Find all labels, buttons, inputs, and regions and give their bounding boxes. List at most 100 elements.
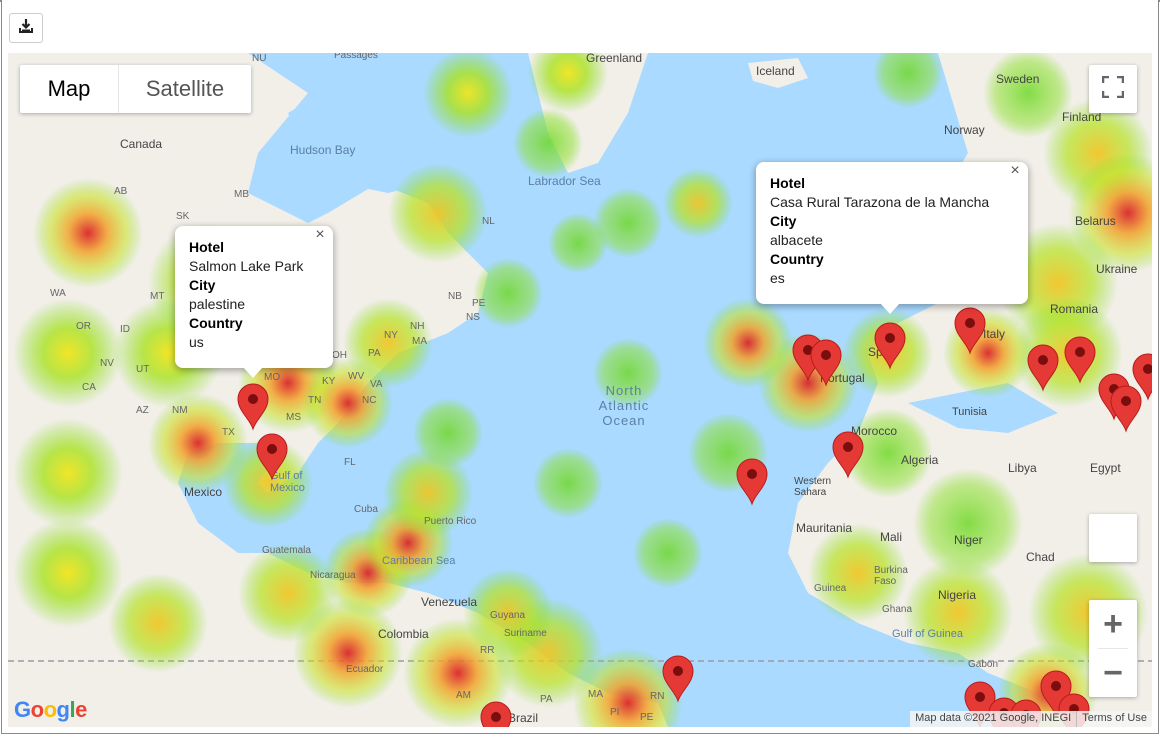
label-nigeria: Nigeria [938, 588, 977, 602]
label-wa: WA [50, 288, 66, 299]
map-type-satellite-button[interactable]: Satellite [118, 65, 251, 113]
label-mo: MO [264, 372, 281, 383]
label-passages: Passages [334, 53, 378, 61]
hotel-label: Hotel [189, 239, 224, 255]
label-burkina-faso: Burkina Faso [874, 565, 908, 587]
label-spain: Spain [868, 345, 899, 359]
label-guinea: Guinea [814, 583, 847, 594]
label-ns: NS [466, 312, 480, 323]
label-az: AZ [136, 405, 149, 416]
label-sk: SK [176, 211, 190, 222]
label-ut: UT [136, 364, 150, 375]
label-ma-brazil: MA [588, 689, 603, 700]
label-rn: RN [650, 691, 665, 702]
label-nu: NU [252, 53, 267, 64]
fullscreen-button[interactable] [1089, 65, 1137, 113]
label-tunisia: Tunisia [952, 406, 988, 418]
label-pa-brazil: PA [540, 694, 553, 705]
label-id: ID [120, 324, 130, 335]
fullscreen-icon [1101, 75, 1125, 103]
zoom-out-button[interactable]: − [1089, 649, 1137, 697]
download-button[interactable] [9, 13, 43, 43]
map-canvas[interactable]: Greenland Iceland Sweden Finland Norway … [8, 53, 1152, 727]
label-niger: Niger [954, 533, 983, 547]
hotel-label: Hotel [770, 175, 805, 191]
label-venezuela: Venezuela [421, 595, 478, 609]
label-wv: WV [348, 371, 365, 382]
label-am: AM [456, 690, 471, 701]
label-ab: AB [114, 186, 128, 197]
google-logo: Google [14, 697, 87, 722]
label-ghana: Ghana [882, 604, 913, 615]
label-romania: Romania [1050, 302, 1099, 316]
info-window-tail [243, 367, 263, 378]
label-pe: PE [472, 298, 486, 309]
label-suriname: Suriname [504, 628, 547, 639]
label-north-atlantic-ocean: North Atlantic Ocean [598, 383, 650, 428]
label-va: VA [370, 379, 383, 390]
label-oh: OH [332, 350, 347, 361]
info-window-close-button[interactable]: × [1008, 163, 1022, 179]
label-mt: MT [150, 291, 165, 302]
zoom-control: + − [1089, 600, 1137, 697]
label-egypt: Egypt [1090, 461, 1121, 475]
label-labrador-sea: Labrador Sea [528, 174, 601, 188]
label-morocco: Morocco [851, 424, 898, 438]
country-code: us [189, 334, 204, 350]
label-pe-brazil: PE [640, 712, 654, 723]
hotel-name: Casa Rural Tarazona de la Mancha [770, 194, 990, 210]
label-italy: Italy [983, 327, 1006, 341]
label-belarus: Belarus [1075, 214, 1116, 228]
label-tx: TX [222, 427, 235, 438]
map-attribution: Map data ©2021 Google, INEGI Terms of Us… [910, 711, 1152, 727]
label-nv: NV [100, 358, 114, 369]
label-mb: MB [234, 189, 249, 200]
label-nm: NM [172, 405, 188, 416]
label-nc: NC [362, 395, 377, 406]
map-type-control: Map Satellite [20, 65, 251, 113]
label-or: OR [76, 321, 91, 332]
info-window-salmon-lake-park: × Hotel Salmon Lake Park City palestine … [175, 226, 333, 378]
download-icon [18, 18, 34, 39]
label-tn: TN [308, 395, 322, 406]
label-ny: NY [384, 330, 398, 341]
label-mauritania: Mauritania [796, 521, 853, 535]
label-gabon: Gabon [968, 659, 999, 670]
map-type-map-button[interactable]: Map [20, 65, 118, 113]
city-name: palestine [189, 296, 246, 312]
label-pa: PA [368, 348, 381, 359]
terms-of-use-link[interactable]: Terms of Use [1076, 711, 1152, 727]
zoom-in-button[interactable]: + [1089, 600, 1137, 648]
label-ca: CA [82, 382, 96, 393]
label-mexico: Mexico [184, 485, 223, 499]
label-pi: PI [610, 707, 620, 718]
label-ecuador: Ecuador [346, 664, 384, 675]
info-window-close-button[interactable]: × [313, 227, 327, 243]
label-nh: NH [410, 321, 425, 332]
hotel-name: Salmon Lake Park [189, 258, 304, 274]
label-brazil: Brazil [508, 711, 539, 725]
map-data-attribution: Map data ©2021 Google, INEGI [915, 712, 1072, 724]
label-greenland: Greenland [586, 53, 643, 65]
label-ms: MS [286, 412, 301, 423]
label-nicaragua: Nicaragua [310, 570, 356, 581]
label-caribbean-sea: Caribbean Sea [382, 555, 456, 567]
label-ukraine: Ukraine [1096, 262, 1138, 276]
label-mali: Mali [880, 530, 903, 544]
label-canada: Canada [120, 137, 163, 151]
label-hudson-bay: Hudson Bay [290, 143, 356, 157]
label-fl: FL [344, 457, 356, 468]
label-norway: Norway [944, 123, 985, 137]
label-cuba: Cuba [354, 504, 378, 515]
label-gulf-of-mexico: Gulf of Mexico [270, 470, 305, 494]
info-window-tail [880, 303, 900, 314]
label-iceland: Iceland [756, 64, 795, 78]
label-nb: NB [448, 291, 462, 302]
label-sweden: Sweden [996, 72, 1040, 86]
label-rr: RR [480, 645, 495, 656]
label-nl: NL [482, 216, 495, 227]
map-base [8, 53, 1152, 727]
street-view-pegman-button[interactable] [1089, 514, 1137, 562]
label-colombia: Colombia [378, 627, 429, 641]
label-guatemala: Guatemala [262, 545, 311, 556]
